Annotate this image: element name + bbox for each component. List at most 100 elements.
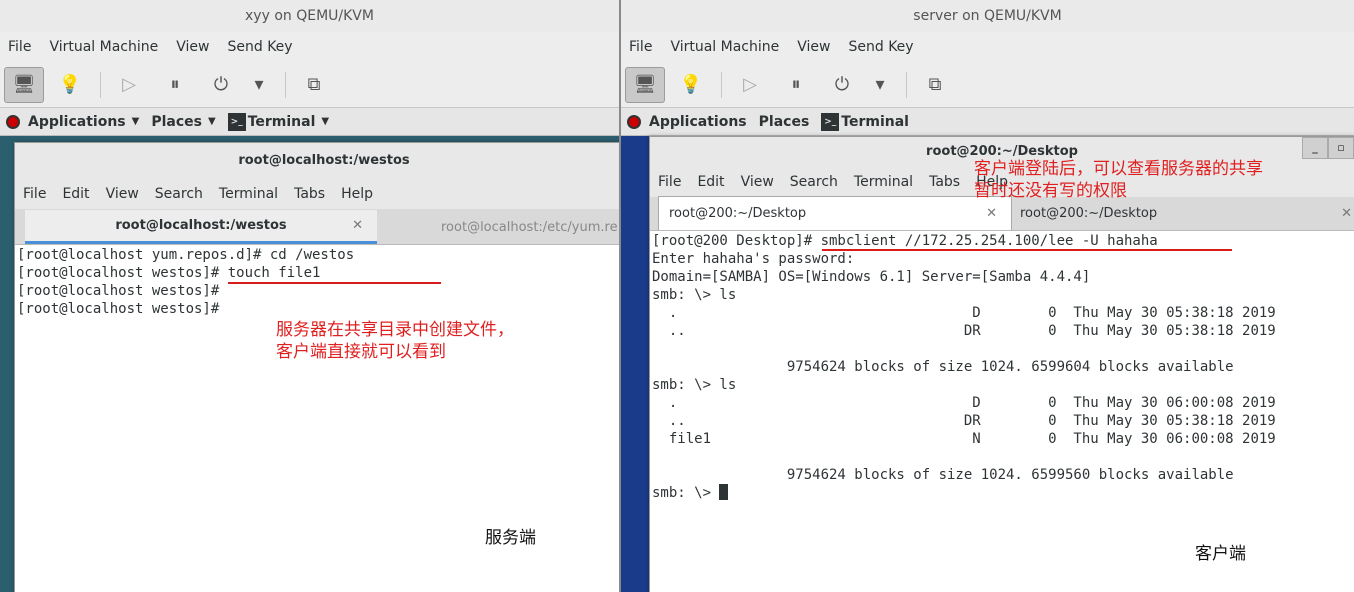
terminal-label: Terminal bbox=[247, 113, 316, 130]
close-icon[interactable]: ✕ bbox=[986, 206, 997, 221]
term-menu-tabs[interactable]: Tabs bbox=[294, 186, 325, 202]
close-icon[interactable]: ✕ bbox=[352, 218, 363, 233]
terminal-tab-active[interactable]: root@localhost:/westos ✕ bbox=[25, 210, 377, 244]
toolbar-separator bbox=[906, 71, 907, 98]
term-menu-view[interactable]: View bbox=[741, 174, 774, 190]
terminal-line: .. DR 0 Thu May 30 05:38:18 2019 bbox=[652, 413, 1276, 429]
terminal-title: root@localhost:/westos bbox=[15, 143, 619, 179]
vm-menubar: File Virtual Machine View Send Key bbox=[0, 32, 619, 62]
places-menu[interactable]: Places bbox=[753, 108, 816, 136]
menu-view[interactable]: View bbox=[796, 37, 831, 57]
terminal-line: smb: \> ls bbox=[652, 377, 737, 393]
term-menu-search[interactable]: Search bbox=[155, 186, 203, 202]
terminal-taskbar-item[interactable]: >_ Terminal bbox=[815, 108, 915, 136]
term-menu-file[interactable]: File bbox=[658, 174, 681, 190]
fullscreen-icon[interactable]: ⧉ bbox=[915, 67, 955, 103]
terminal-output[interactable]: [root@200 Desktop]# smbclient //172.25.2… bbox=[650, 231, 1354, 503]
menu-file[interactable]: File bbox=[628, 37, 653, 57]
terminal-line: file1 N 0 Thu May 30 06:00:08 2019 bbox=[652, 431, 1276, 447]
toolbar-separator bbox=[285, 71, 286, 98]
terminal-taskbar-item[interactable]: >_ Terminal ▼ bbox=[222, 108, 335, 136]
applications-menu[interactable]: Applications ▼ bbox=[0, 108, 145, 136]
smb-prompt: smb: \> bbox=[652, 485, 720, 501]
power-icon[interactable]: ⏻ bbox=[822, 67, 862, 103]
terminal-line: [root@200 Desktop]# smbclient //172.25.2… bbox=[652, 233, 1158, 249]
term-menu-file[interactable]: File bbox=[23, 186, 46, 202]
terminal-line: [root@localhost westos]# bbox=[17, 283, 220, 299]
term-menu-help[interactable]: Help bbox=[341, 186, 373, 202]
terminal-tab-active[interactable]: root@200:~/Desktop ✕ bbox=[658, 196, 1012, 230]
fullscreen-icon[interactable]: ⧉ bbox=[294, 67, 334, 103]
pause-icon[interactable]: ⏸ bbox=[155, 67, 195, 103]
menu-virtual-machine[interactable]: Virtual Machine bbox=[669, 37, 780, 57]
redhat-logo-icon bbox=[6, 114, 20, 129]
lightbulb-icon[interactable]: 💡 bbox=[671, 67, 711, 103]
applications-label: Applications bbox=[649, 113, 747, 130]
term-menu-view[interactable]: View bbox=[106, 186, 139, 202]
terminal-line: [root@localhost westos]# bbox=[17, 301, 220, 317]
terminal-title-text: root@200:~/Desktop bbox=[926, 144, 1078, 159]
vm-title: xyy on QEMU/KVM bbox=[0, 0, 619, 32]
text-cursor bbox=[719, 484, 729, 500]
monitor-icon[interactable]: 🖥 bbox=[4, 66, 44, 103]
term-menu-terminal[interactable]: Terminal bbox=[854, 174, 913, 190]
menu-send-key[interactable]: Send Key bbox=[847, 37, 914, 57]
close-icon[interactable]: ✕ bbox=[1341, 206, 1352, 221]
dropdown-icon[interactable]: ▾ bbox=[868, 67, 892, 103]
power-icon[interactable]: ⏻ bbox=[201, 67, 241, 103]
term-menu-edit[interactable]: Edit bbox=[697, 174, 724, 190]
vm-window-xyy: xyy on QEMU/KVM File Virtual Machine Vie… bbox=[0, 0, 619, 592]
terminal-line: 9754624 blocks of size 1024. 6599560 blo… bbox=[652, 467, 1234, 483]
maximize-icon[interactable]: ▫ bbox=[1328, 137, 1354, 159]
client-label: 客户端 bbox=[1195, 544, 1246, 564]
terminal-window: root@200:~/Desktop _ ▫ File Edit View Se… bbox=[649, 136, 1354, 592]
minimize-icon[interactable]: _ bbox=[1302, 137, 1328, 159]
play-icon[interactable]: ▷ bbox=[730, 67, 770, 103]
redhat-logo-icon bbox=[627, 114, 641, 129]
terminal-line: 9754624 blocks of size 1024. 6599604 blo… bbox=[652, 359, 1234, 375]
menu-virtual-machine[interactable]: Virtual Machine bbox=[48, 37, 159, 57]
terminal-line: [root@localhost westos]# touch file1 bbox=[17, 265, 321, 281]
applications-menu[interactable]: Applications bbox=[621, 108, 753, 136]
annotation-line: 暂时还没有写的权限 bbox=[974, 181, 1127, 201]
toolbar-separator bbox=[100, 71, 101, 98]
menu-view[interactable]: View bbox=[175, 37, 210, 57]
dropdown-icon[interactable]: ▾ bbox=[247, 67, 271, 103]
vm-title: server on QEMU/KVM bbox=[621, 0, 1354, 32]
terminal-line: smb: \> ls bbox=[652, 287, 737, 303]
terminal-line: [root@localhost yum.repos.d]# cd /westos bbox=[17, 247, 355, 263]
play-icon[interactable]: ▷ bbox=[109, 67, 149, 103]
term-menu-edit[interactable]: Edit bbox=[62, 186, 89, 202]
tab-label: root@200:~/Desktop bbox=[1020, 205, 1158, 221]
terminal-icon: >_ bbox=[227, 112, 246, 131]
places-menu[interactable]: Places ▼ bbox=[145, 108, 221, 136]
chevron-down-icon: ▼ bbox=[131, 116, 140, 127]
chevron-down-icon: ▼ bbox=[321, 116, 330, 127]
gnome-top-bar: Applications ▼ Places ▼ >_ Terminal ▼ bbox=[0, 108, 619, 136]
server-label: 服务端 bbox=[485, 528, 536, 548]
terminal-icon: >_ bbox=[821, 112, 840, 131]
tab-label: root@localhost:/etc/yum.re bbox=[441, 219, 618, 235]
term-menu-terminal[interactable]: Terminal bbox=[219, 186, 278, 202]
server-annotation: 服务器在共享目录中创建文件， 客户端直接就可以看到 bbox=[276, 319, 514, 363]
annotation-underline bbox=[228, 282, 441, 284]
toolbar-separator bbox=[721, 71, 722, 98]
terminal-tabbar: root@localhost:/westos ✕ root@localhost:… bbox=[15, 209, 619, 245]
vm-toolbar: 🖥 💡 ▷ ⏸ ⏻ ▾ ⧉ bbox=[621, 62, 1354, 108]
terminal-menubar: File Edit View Search Terminal Tabs Help bbox=[15, 179, 619, 209]
monitor-icon[interactable]: 🖥 bbox=[625, 66, 665, 103]
menu-file[interactable]: File bbox=[7, 37, 32, 57]
term-menu-tabs[interactable]: Tabs bbox=[929, 174, 960, 190]
places-label: Places bbox=[151, 113, 202, 130]
lightbulb-icon[interactable]: 💡 bbox=[50, 67, 90, 103]
gnome-top-bar: Applications Places >_ Terminal bbox=[621, 108, 1354, 136]
vm-window-server: server on QEMU/KVM File Virtual Machine … bbox=[621, 0, 1354, 592]
terminal-tab[interactable]: root@localhost:/etc/yum.re bbox=[377, 210, 619, 244]
applications-label: Applications bbox=[28, 113, 126, 130]
terminal-line: Enter hahaha's password: bbox=[652, 251, 855, 267]
term-menu-search[interactable]: Search bbox=[790, 174, 838, 190]
pause-icon[interactable]: ⏸ bbox=[776, 67, 816, 103]
menu-send-key[interactable]: Send Key bbox=[226, 37, 293, 57]
